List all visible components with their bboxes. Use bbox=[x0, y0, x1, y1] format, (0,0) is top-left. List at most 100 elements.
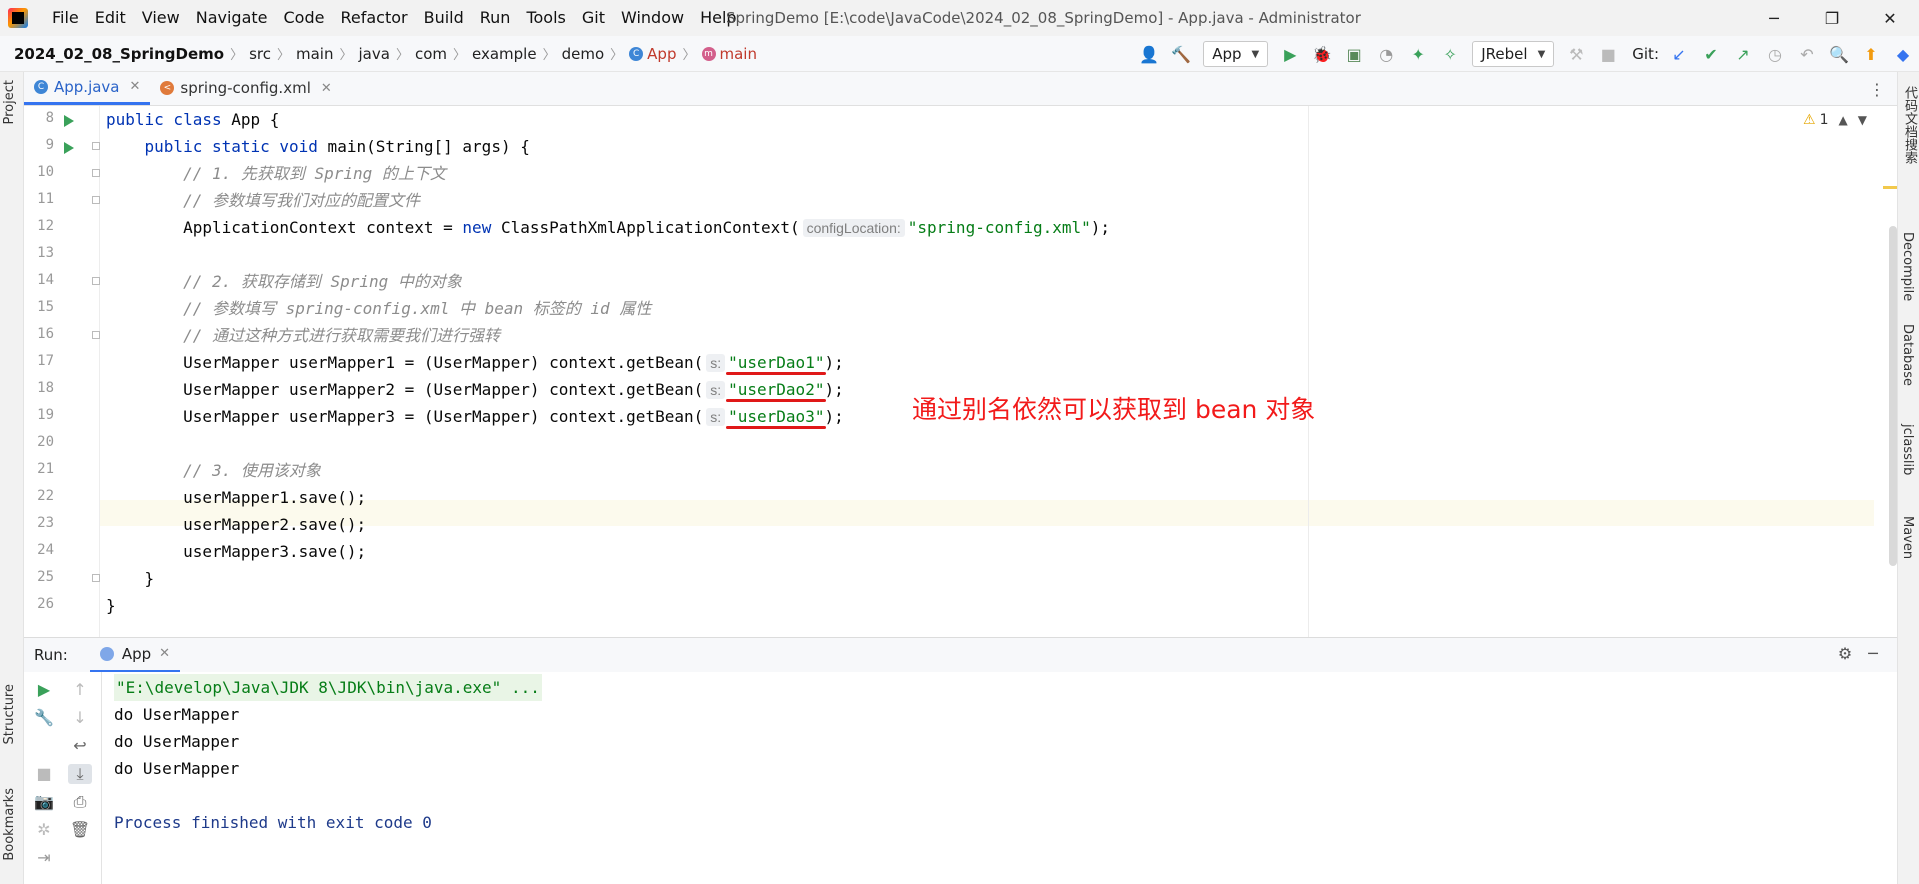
minimize-panel-icon[interactable]: ─ bbox=[1859, 644, 1887, 663]
tab-spring-config-xml[interactable]: < spring-config.xml ✕ bbox=[150, 71, 341, 105]
jetbrains-logo-icon[interactable]: ◆ bbox=[1889, 40, 1917, 68]
tool-code-search[interactable]: 代码文档搜索 bbox=[1900, 86, 1919, 164]
run-gutter-icon[interactable] bbox=[64, 142, 74, 154]
close-button[interactable]: ✕ bbox=[1861, 0, 1919, 36]
run-gutter-icon[interactable] bbox=[64, 115, 74, 127]
xml-file-icon: < bbox=[160, 81, 175, 95]
scroll-to-end-icon[interactable]: ⤓ bbox=[68, 764, 92, 784]
menu-run[interactable]: Run bbox=[472, 0, 519, 36]
jrebel-debug-icon[interactable]: ✧ bbox=[1436, 40, 1464, 68]
update-icon[interactable]: ⬆ bbox=[1857, 40, 1885, 68]
chevron-down-icon: ▼ bbox=[1537, 48, 1546, 60]
window-controls: ─ ❐ ✕ bbox=[1745, 0, 1919, 36]
menu-build[interactable]: Build bbox=[416, 0, 472, 36]
menu-navigate[interactable]: Navigate bbox=[188, 0, 276, 36]
code-line-9: public static void main(String[] args) { bbox=[106, 137, 530, 156]
fold-icon[interactable] bbox=[92, 142, 100, 150]
close-icon[interactable]: ✕ bbox=[321, 81, 332, 96]
jrebel-run-icon[interactable]: ✦ bbox=[1404, 40, 1432, 68]
menu-file[interactable]: File bbox=[44, 0, 87, 36]
fold-icon[interactable] bbox=[92, 574, 100, 582]
chevron-up-icon[interactable]: ▲ bbox=[1839, 113, 1848, 127]
tab-app-java[interactable]: C App.java ✕ bbox=[24, 71, 151, 105]
close-icon[interactable]: ✕ bbox=[130, 79, 141, 94]
crumb-demo[interactable]: demo bbox=[562, 45, 605, 63]
tool-maven[interactable]: Maven bbox=[1900, 516, 1915, 559]
coverage-icon[interactable]: ▣ bbox=[1340, 40, 1368, 68]
git-history-icon[interactable]: ◷ bbox=[1761, 40, 1789, 68]
tool-project[interactable]: Project bbox=[2, 80, 17, 124]
user-icon[interactable]: 👤 bbox=[1135, 40, 1163, 68]
red-annotation-text: 通过别名依然可以获取到 bean 对象 bbox=[912, 395, 1316, 424]
git-label: Git: bbox=[1632, 45, 1659, 63]
git-update-icon[interactable]: ↙ bbox=[1665, 40, 1693, 68]
tool-bookmarks[interactable]: Bookmarks bbox=[2, 788, 17, 861]
run-config-select[interactable]: App ▼ bbox=[1203, 41, 1269, 67]
hammer-disabled-icon[interactable]: ⚒ bbox=[1562, 40, 1590, 68]
jrebel-select[interactable]: JRebel ▼ bbox=[1472, 41, 1555, 67]
soft-wrap-icon[interactable]: ↩ bbox=[68, 736, 92, 755]
crumb-method-main[interactable]: main bbox=[720, 45, 757, 63]
maximize-button[interactable]: ❐ bbox=[1803, 0, 1861, 36]
tool-structure[interactable]: Structure bbox=[2, 684, 17, 744]
crumb-src[interactable]: src bbox=[249, 45, 271, 63]
run-icon[interactable]: ▶ bbox=[1276, 40, 1304, 68]
tool-database[interactable]: Database bbox=[1900, 324, 1915, 386]
trash-icon[interactable]: 🗑 bbox=[68, 820, 92, 839]
wrench-icon[interactable]: 🔧 bbox=[32, 708, 56, 727]
menu-window[interactable]: Window bbox=[613, 0, 692, 36]
crumb-project[interactable]: 2024_02_08_SpringDemo bbox=[14, 45, 224, 63]
crumb-com[interactable]: com bbox=[415, 45, 447, 63]
minimize-button[interactable]: ─ bbox=[1745, 0, 1803, 36]
debug-icon[interactable]: ✲ bbox=[32, 820, 56, 839]
console-output[interactable]: "E:\develop\Java\JDK 8\JDK\bin\java.exe"… bbox=[102, 672, 1882, 884]
run-tab-app[interactable]: App ✕ bbox=[89, 638, 181, 673]
crumb-main[interactable]: main bbox=[296, 45, 333, 63]
editor-scrollbar[interactable] bbox=[1889, 226, 1897, 566]
fold-icon[interactable] bbox=[92, 331, 100, 339]
chevron-down-icon[interactable]: ▼ bbox=[1858, 113, 1867, 127]
crumb-example[interactable]: example bbox=[472, 45, 537, 63]
stop-icon[interactable]: ■ bbox=[32, 764, 56, 783]
title-bar: File Edit View Navigate Code Refactor Bu… bbox=[0, 0, 1919, 36]
tool-decompile[interactable]: Decompile bbox=[1900, 232, 1915, 301]
close-icon[interactable]: ✕ bbox=[159, 646, 170, 661]
fold-icon[interactable] bbox=[92, 169, 100, 177]
menu-edit[interactable]: Edit bbox=[87, 0, 134, 36]
stop-icon[interactable]: ■ bbox=[1594, 40, 1622, 68]
menu-view[interactable]: View bbox=[134, 0, 188, 36]
crumb-java[interactable]: java bbox=[359, 45, 390, 63]
rerun-icon[interactable]: ▶ bbox=[32, 680, 56, 699]
camera-icon[interactable]: 📷 bbox=[32, 792, 56, 811]
git-rollback-icon[interactable]: ↶ bbox=[1793, 40, 1821, 68]
more-vertical-icon[interactable]: ⋮ bbox=[1869, 80, 1885, 99]
crumb-class-app[interactable]: App bbox=[647, 45, 676, 63]
tool-jclasslib[interactable]: jclasslib bbox=[1900, 424, 1915, 475]
build-hammer-icon[interactable]: 🔨 bbox=[1167, 40, 1195, 68]
menu-git[interactable]: Git bbox=[574, 0, 613, 36]
arrow-up-icon[interactable]: ↑ bbox=[68, 680, 92, 699]
menu-refactor[interactable]: Refactor bbox=[332, 0, 415, 36]
inspection-widget[interactable]: ⚠ 1 ▲ ▼ bbox=[1803, 112, 1867, 128]
print-icon[interactable]: ⎙ bbox=[68, 792, 92, 812]
exit-icon[interactable]: ⇥ bbox=[32, 848, 56, 867]
code-editor[interactable]: 8 9 10 11 12 13 14 15 16 17 18 19 20 21 … bbox=[24, 106, 1897, 637]
fold-icon[interactable] bbox=[92, 196, 100, 204]
line-number: 18 bbox=[37, 380, 54, 396]
code-line-12: ApplicationContext context = new ClassPa… bbox=[106, 218, 1111, 237]
menu-code[interactable]: Code bbox=[276, 0, 333, 36]
fold-icon[interactable] bbox=[92, 277, 100, 285]
git-commit-icon[interactable]: ✔ bbox=[1697, 40, 1725, 68]
arrow-down-icon[interactable]: ↓ bbox=[68, 708, 92, 727]
menu-tools[interactable]: Tools bbox=[518, 0, 573, 36]
profile-icon[interactable]: ◔ bbox=[1372, 40, 1400, 68]
debug-icon[interactable]: 🐞 bbox=[1308, 40, 1336, 68]
error-stripe-mark[interactable] bbox=[1883, 186, 1897, 189]
parameter-hint: s: bbox=[706, 381, 726, 399]
line-number: 21 bbox=[37, 461, 54, 477]
gear-icon[interactable]: ⚙ bbox=[1831, 644, 1859, 663]
search-icon[interactable]: 🔍 bbox=[1825, 40, 1853, 68]
line-number: 14 bbox=[37, 272, 54, 288]
chevron-right-icon: 〉 bbox=[682, 48, 696, 63]
git-push-icon[interactable]: ↗ bbox=[1729, 40, 1757, 68]
